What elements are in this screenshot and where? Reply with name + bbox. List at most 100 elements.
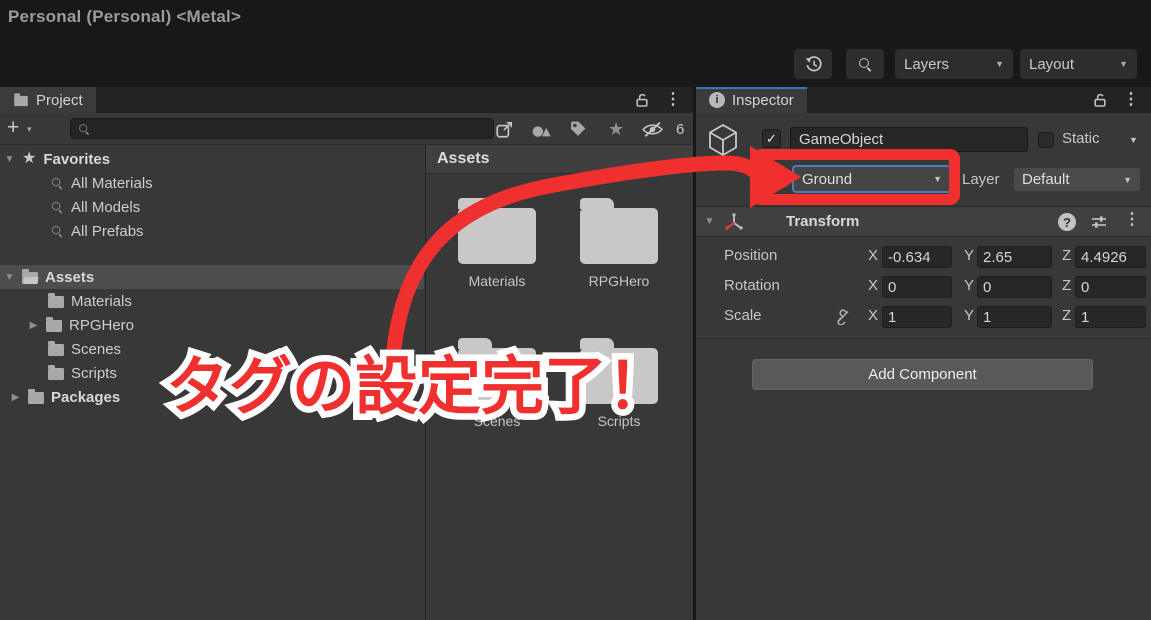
search-by-label-button[interactable] xyxy=(569,117,587,141)
active-checkbox[interactable]: ✓ xyxy=(762,129,781,148)
foldout-open-icon[interactable]: ▼ xyxy=(4,154,15,165)
asset-tile-scripts[interactable]: Scripts xyxy=(573,335,665,429)
asset-tile-scenes[interactable]: Scenes xyxy=(451,335,543,429)
broken-link-icon[interactable] xyxy=(834,308,852,325)
tab-inspector[interactable]: i Inspector xyxy=(696,87,807,113)
create-add-button[interactable]: + xyxy=(7,116,19,140)
inspector-panel: i Inspector ⋮ ✓ GameObject Static ▼ Tag … xyxy=(696,87,1151,620)
project-toolbar: + ▾ ★ 6 xyxy=(0,113,693,145)
tree-item-materials[interactable]: Materials xyxy=(0,289,424,313)
open-search-window-button[interactable] xyxy=(495,117,514,141)
cube-icon xyxy=(709,124,737,156)
layout-dropdown-label: Layout xyxy=(1029,55,1075,73)
rotation-row: Rotation X 0 Y 0 Z 0 xyxy=(696,275,1151,299)
tree-item-all-prefabs[interactable]: All Prefabs xyxy=(0,219,424,243)
asset-grid: Assets Materials RPGHero Scenes Scripts xyxy=(425,145,693,620)
position-x-field[interactable]: -0.634 xyxy=(882,246,952,268)
tab-project[interactable]: Project xyxy=(0,87,96,113)
static-label: Static xyxy=(1062,130,1100,147)
static-dropdown-caret-icon[interactable]: ▼ xyxy=(1129,135,1138,145)
project-search-input[interactable] xyxy=(70,118,494,139)
folder-icon xyxy=(580,198,658,264)
check-icon: ✓ xyxy=(766,130,777,146)
scale-y-field[interactable]: 1 xyxy=(977,306,1052,328)
scale-z-field[interactable]: 1 xyxy=(1075,306,1146,328)
folder-icon xyxy=(458,198,536,264)
folder-icon xyxy=(458,338,536,404)
position-z-field[interactable]: 4.4926 xyxy=(1075,246,1146,268)
layout-dropdown[interactable]: Layout ▼ xyxy=(1020,49,1137,79)
menu-kebab-icon[interactable]: ⋮ xyxy=(1124,212,1140,228)
tag-dropdown[interactable]: Ground ▼ xyxy=(792,165,952,193)
add-component-button[interactable]: Add Component xyxy=(752,359,1093,390)
folder-icon xyxy=(14,92,28,106)
asset-tile-materials[interactable]: Materials xyxy=(451,195,543,289)
unity-editor: Personal (Personal) <Metal> Layers ▼ Lay… xyxy=(0,0,1151,620)
transform-tool-icon xyxy=(725,213,743,230)
menu-kebab-icon[interactable]: ⋮ xyxy=(665,92,681,108)
tree-item-scenes[interactable]: Scenes xyxy=(0,337,424,361)
transform-component-header[interactable]: ▼ Transform ? ⋮ xyxy=(696,206,1151,237)
project-panel: Project ⋮ + ▾ ★ 6 ▼ ★ Favorites All Mate… xyxy=(0,87,693,620)
layer-dropdown[interactable]: Default ▼ xyxy=(1013,167,1141,192)
tag-label: Tag xyxy=(764,171,789,188)
foldout-open-icon[interactable]: ▼ xyxy=(704,216,715,227)
rotation-x-field[interactable]: 0 xyxy=(882,276,952,298)
presets-icon[interactable] xyxy=(1090,214,1108,230)
history-button[interactable] xyxy=(794,49,832,79)
position-row: Position X -0.634 Y 2.65 Z 4.4926 xyxy=(696,245,1151,269)
tree-item-packages[interactable]: ▶ Packages xyxy=(0,385,424,409)
rotation-y-field[interactable]: 0 xyxy=(977,276,1052,298)
foldout-open-icon[interactable]: ▼ xyxy=(4,272,15,283)
chevron-down-icon: ▼ xyxy=(933,174,942,184)
folder-icon xyxy=(48,292,64,308)
chevron-down-icon: ▼ xyxy=(1123,174,1132,185)
hidden-items-toggle[interactable] xyxy=(641,117,664,141)
search-by-type-button[interactable] xyxy=(531,117,552,141)
layers-dropdown[interactable]: Layers ▼ xyxy=(895,49,1013,79)
folder-icon xyxy=(28,388,44,404)
static-checkbox[interactable] xyxy=(1038,132,1054,148)
tree-item-all-models[interactable]: All Models xyxy=(0,195,424,219)
tree-item-scripts[interactable]: Scripts xyxy=(0,361,424,385)
tree-item-rpghero[interactable]: ▶ RPGHero xyxy=(0,313,424,337)
layer-label: Layer xyxy=(962,171,1000,188)
shapes-icon xyxy=(532,125,551,137)
help-icon[interactable]: ? xyxy=(1058,213,1076,231)
tree-item-all-materials[interactable]: All Materials xyxy=(0,171,424,195)
breadcrumb: Assets xyxy=(426,145,693,174)
unlock-icon[interactable] xyxy=(634,92,650,108)
project-tab-bar: Project ⋮ xyxy=(0,87,693,113)
folder-icon xyxy=(48,364,64,380)
search-icon xyxy=(51,177,63,189)
star-icon: ★ xyxy=(22,150,37,167)
foldout-closed-icon[interactable]: ▶ xyxy=(28,320,39,331)
chevron-down-icon: ▼ xyxy=(995,59,1004,69)
menu-kebab-icon[interactable]: ⋮ xyxy=(1123,92,1139,108)
global-search-button[interactable] xyxy=(846,49,884,79)
rotation-z-field[interactable]: 0 xyxy=(1075,276,1146,298)
save-search-button[interactable]: ★ xyxy=(608,117,624,141)
asset-tile-rpghero[interactable]: RPGHero xyxy=(573,195,665,289)
scale-x-field[interactable]: 1 xyxy=(882,306,952,328)
folder-icon xyxy=(580,338,658,404)
tree-item-assets[interactable]: ▼ Assets xyxy=(0,265,424,289)
folder-open-icon xyxy=(22,268,38,284)
layers-dropdown-label: Layers xyxy=(904,55,950,73)
search-icon xyxy=(78,123,89,134)
tag-icon xyxy=(571,121,586,136)
tab-project-label: Project xyxy=(36,91,83,109)
search-icon xyxy=(858,57,872,71)
project-tree: ▼ ★ Favorites All Materials All Models A… xyxy=(0,147,424,409)
search-icon xyxy=(51,201,63,213)
unlock-icon[interactable] xyxy=(1092,92,1108,108)
search-icon xyxy=(51,225,63,237)
transform-title: Transform xyxy=(786,213,860,230)
gameobject-name-field[interactable]: GameObject xyxy=(790,127,1028,152)
foldout-closed-icon[interactable]: ▶ xyxy=(10,392,21,403)
position-y-field[interactable]: 2.65 xyxy=(977,246,1052,268)
tab-inspector-label: Inspector xyxy=(732,91,794,109)
tree-item-favorites[interactable]: ▼ ★ Favorites xyxy=(0,147,424,171)
scale-row: Scale X 1 Y 1 Z 1 xyxy=(696,305,1151,329)
window-title: Personal (Personal) <Metal> xyxy=(8,7,242,26)
